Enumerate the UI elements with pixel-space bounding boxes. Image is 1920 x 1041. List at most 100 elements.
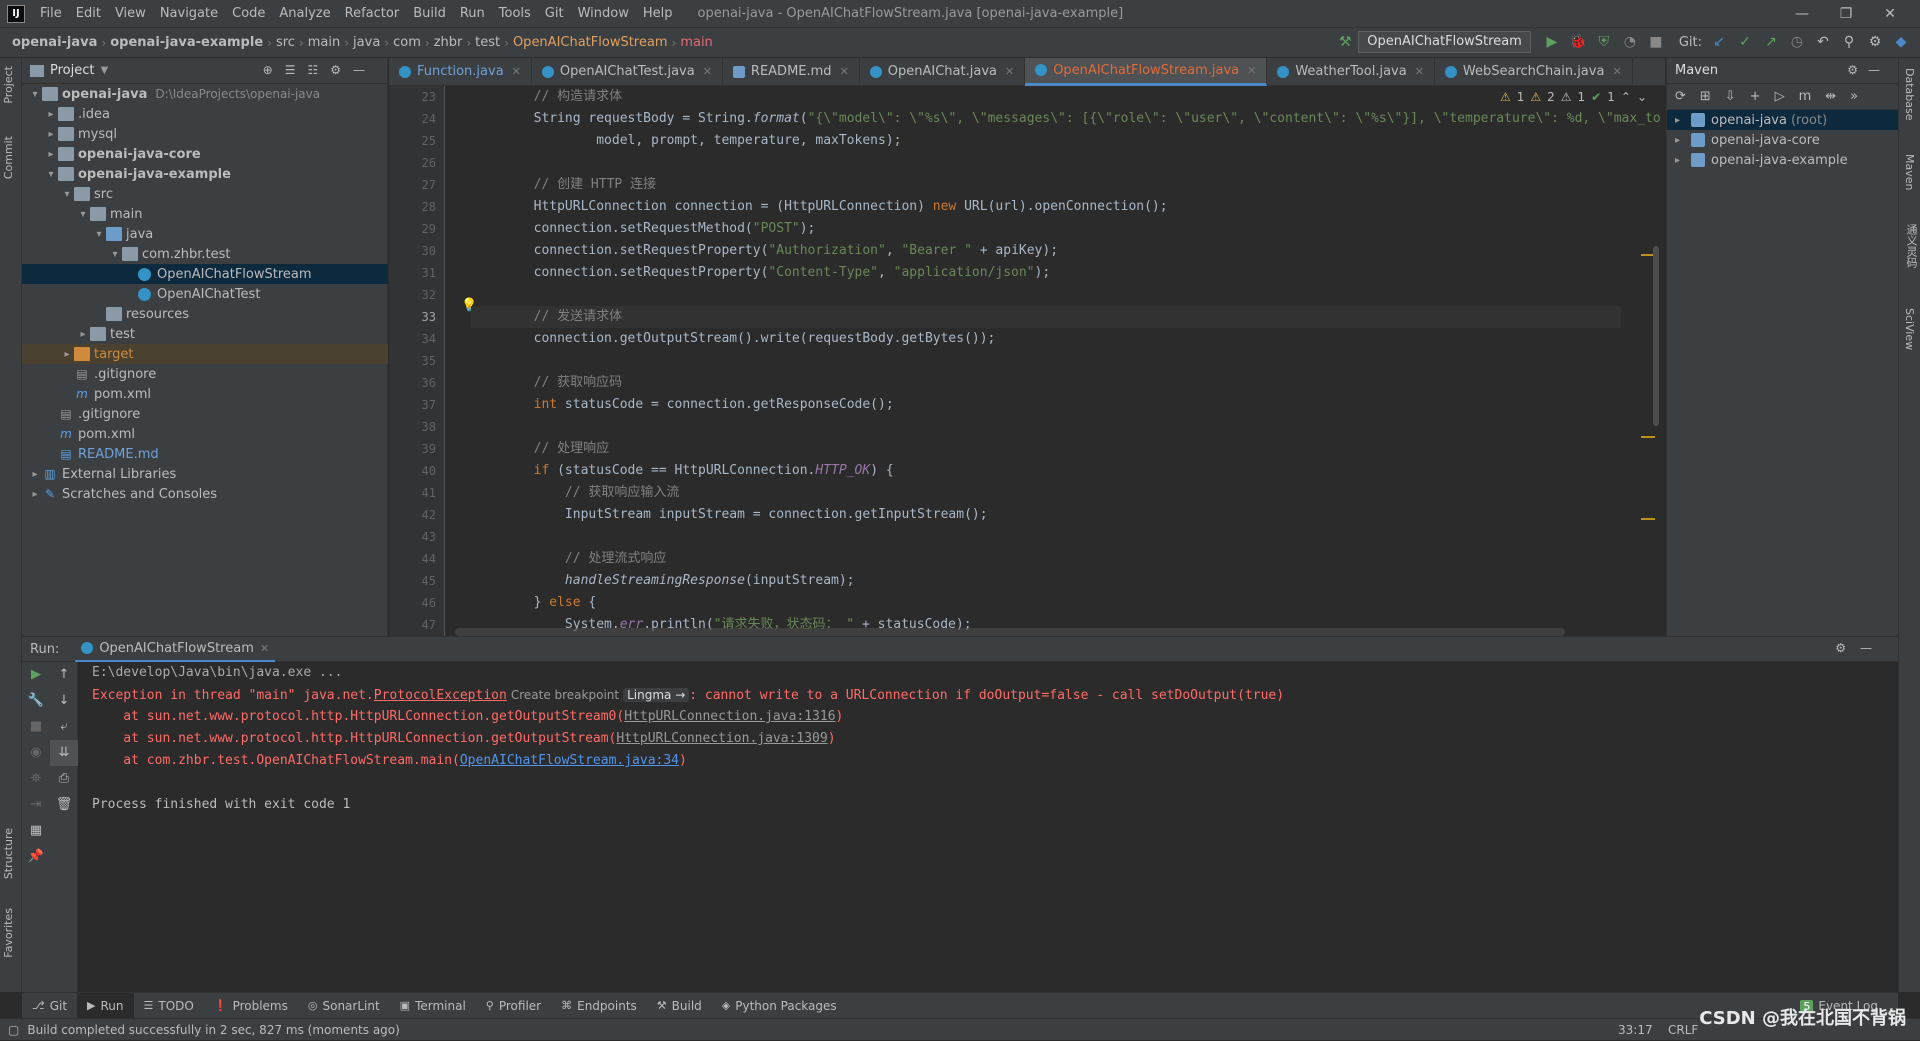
coverage-icon[interactable]: ⛨ (1593, 31, 1615, 53)
wrench-icon[interactable]: 🔧 (22, 688, 50, 714)
editor-tab[interactable]: OpenAIChat.java ✕ (860, 57, 1026, 86)
tongyi-tool-tab[interactable]: 通义灵码 (1903, 224, 1919, 268)
bottom-tab-python-packages[interactable]: ◈ Python Packages (712, 993, 847, 1019)
tree-node[interactable]: resources (22, 304, 388, 324)
debug-icon[interactable]: ⛯ (22, 766, 50, 792)
tree-node[interactable]: ▾ src (22, 184, 388, 204)
line-separator[interactable]: CRLF (1668, 1019, 1698, 1041)
debug-icon[interactable]: 🐞 (1567, 31, 1589, 53)
error-stripe-mark[interactable] (1641, 518, 1655, 520)
database-tool-tab[interactable]: Database (1903, 68, 1916, 121)
maven-tool-tab[interactable]: Maven (1903, 154, 1916, 190)
project-tool-tab[interactable]: Project (2, 66, 15, 104)
breadcrumb-item[interactable]: zhbr (430, 35, 467, 50)
tree-node[interactable]: ▸ ▥ External Libraries (22, 464, 388, 484)
menu-build[interactable]: Build (406, 6, 453, 21)
bottom-tab-terminal[interactable]: ▣ Terminal (390, 993, 476, 1019)
layout-icon[interactable]: ▦ (22, 818, 50, 844)
editor-tab[interactable]: Function.java ✕ (389, 57, 532, 86)
run-tab[interactable]: OpenAIChatFlowStream ✕ (75, 637, 276, 662)
minimize-icon[interactable]: — (1780, 0, 1824, 28)
commit-tool-tab[interactable]: Commit (2, 136, 15, 179)
bottom-tab-profiler[interactable]: ⚲ Profiler (476, 993, 551, 1019)
maven-project-node[interactable]: ▸ openai-java (root) (1667, 110, 1898, 130)
scroll-to-end-icon[interactable]: ⇊ (50, 740, 78, 766)
menu-file[interactable]: File (33, 6, 69, 21)
editor-tab[interactable]: OpenAIChatTest.java ✕ (532, 57, 723, 86)
build-hammer-icon[interactable]: ⚒ (1334, 31, 1356, 53)
chevron-right-icon[interactable]: ▸ (28, 489, 42, 500)
close-tab-icon[interactable]: ✕ (703, 65, 712, 78)
console-output[interactable]: E:\develop\Java\bin\java.exe ... Excepti… (79, 662, 1898, 992)
chevron-down-icon[interactable]: ▾ (28, 89, 42, 100)
arrow-down-icon[interactable]: ↓ (50, 688, 78, 714)
tree-node[interactable]: ▸ ✎ Scratches and Consoles (22, 484, 388, 504)
git-update-icon[interactable]: ↙ (1708, 31, 1730, 53)
chevron-right-icon[interactable]: ▸ (60, 349, 74, 360)
tree-node[interactable]: m pom.xml (22, 424, 388, 444)
run-icon[interactable]: ▶ (1541, 31, 1563, 53)
chevron-down-icon[interactable]: ▾ (92, 229, 106, 240)
exit-icon[interactable]: ⇥ (22, 792, 50, 818)
stack-frame-link[interactable]: HttpURLConnection.java:1316 (624, 709, 835, 724)
stack-frame-link[interactable]: HttpURLConnection.java:1309 (616, 731, 827, 746)
run-panel-actions[interactable]: ⚙— (1835, 641, 1886, 655)
restore-icon[interactable]: ❐ (1824, 0, 1868, 28)
close-tab-icon[interactable]: ✕ (1612, 65, 1621, 78)
profile-icon[interactable]: ◔ (1619, 31, 1641, 53)
soft-wrap-icon[interactable]: ⤶ (50, 714, 78, 740)
tree-node[interactable]: ▾ com.zhbr.test (22, 244, 388, 264)
breadcrumb-item[interactable]: com (389, 35, 425, 50)
error-stripe-mark[interactable] (1641, 436, 1655, 438)
git-history-icon[interactable]: ◷ (1786, 31, 1808, 53)
close-tab-icon[interactable]: ✕ (512, 65, 521, 78)
breadcrumb-item[interactable]: src (272, 35, 299, 50)
breadcrumb-item[interactable]: openai-java-example (106, 35, 267, 50)
horizontal-scrollbar[interactable] (455, 628, 1565, 636)
git-commit-icon[interactable]: ✓ (1734, 31, 1756, 53)
chevron-right-icon[interactable]: ▸ (44, 129, 58, 140)
breadcrumb-item[interactable]: main (304, 35, 344, 50)
chevron-right-icon[interactable]: ▸ (28, 469, 42, 480)
tree-node[interactable]: OpenAIChatTest (22, 284, 388, 304)
tree-node[interactable]: ▸ target (22, 344, 388, 364)
chevron-down-icon[interactable]: ⌄ (1637, 90, 1647, 104)
tree-node[interactable]: ▸ test (22, 324, 388, 344)
tree-node[interactable]: ▤ README.md (22, 444, 388, 464)
chevron-right-icon[interactable]: ▸ (1675, 115, 1691, 126)
menu-help[interactable]: Help (636, 6, 680, 21)
create-breakpoint-link[interactable]: Create breakpoint (511, 688, 619, 702)
print-icon[interactable]: ⎙ (50, 766, 78, 792)
close-tab-icon[interactable]: ✕ (1247, 64, 1256, 77)
pin-icon[interactable]: 📌 (22, 844, 50, 870)
menu-view[interactable]: View (108, 6, 153, 21)
editor-tab[interactable]: WebSearchChain.java ✕ (1435, 57, 1633, 86)
lingma-button[interactable]: Lingma → (623, 688, 690, 702)
chevron-down-icon[interactable]: ▾ (60, 189, 74, 200)
maven-project-node[interactable]: ▸ openai-java-example (1667, 150, 1898, 170)
caret-position[interactable]: 33:17 (1618, 1019, 1653, 1041)
menu-edit[interactable]: Edit (69, 6, 108, 21)
breadcrumb-item[interactable]: java (349, 35, 384, 50)
bottom-tab-endpoints[interactable]: ⌘ Endpoints (551, 993, 647, 1019)
chevron-right-icon[interactable]: ▸ (76, 329, 90, 340)
run-config-select[interactable]: OpenAIChatFlowStream (1358, 31, 1531, 53)
chevron-up-icon[interactable]: ⌃ (1621, 90, 1631, 104)
tree-node[interactable]: ▾ java (22, 224, 388, 244)
chevron-down-icon[interactable]: ▼ (100, 65, 108, 76)
structure-tool-tab[interactable]: Structure (2, 828, 15, 879)
bottom-tab-git[interactable]: ⎇ Git (22, 993, 77, 1019)
close-tab-icon[interactable]: ✕ (840, 65, 849, 78)
menu-tools[interactable]: Tools (492, 6, 538, 21)
close-window-icon[interactable]: ✕ (1868, 0, 1912, 28)
arrow-up-icon[interactable]: ↑ (50, 662, 78, 688)
maven-toolbar[interactable]: ⟳⊞⇩+▷m⇹» (1667, 84, 1898, 110)
tree-node[interactable]: ▾ main (22, 204, 388, 224)
editor-tab[interactable]: README.md ✕ (723, 57, 860, 86)
trash-icon[interactable]: 🗑 (50, 792, 78, 818)
stop-icon[interactable]: ■ (22, 714, 50, 740)
stack-frame-link[interactable]: OpenAIChatFlowStream.java:34 (460, 753, 679, 768)
chevron-right-icon[interactable]: ▸ (1675, 135, 1691, 146)
rerun-icon[interactable]: ▶ (22, 662, 50, 688)
rollback-icon[interactable]: ↶ (1812, 31, 1834, 53)
